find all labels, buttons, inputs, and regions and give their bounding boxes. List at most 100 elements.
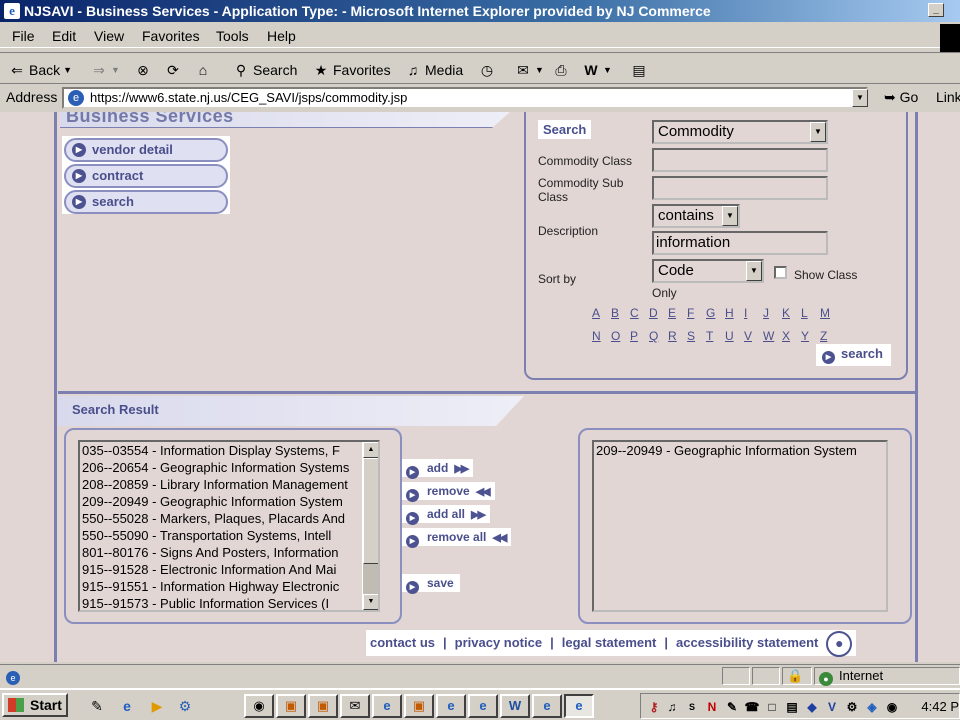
description-match-select[interactable]: contains ▼	[652, 204, 740, 228]
tray-icon[interactable]: ☎	[743, 698, 761, 716]
list-scrollbar[interactable]: ▲ ▼	[362, 442, 378, 610]
footer-accessibility-statement[interactable]: accessibility statement	[676, 635, 818, 650]
sort-by-select[interactable]: Code ▼	[652, 259, 764, 283]
taskbar-window-button[interactable]: ✉	[340, 694, 370, 718]
norton-icon[interactable]: N	[703, 698, 721, 716]
back-button[interactable]: ⇐ Back ▼	[8, 59, 72, 81]
alphabet-link[interactable]: N	[592, 329, 611, 343]
scroll-thumb[interactable]	[363, 458, 378, 564]
alphabet-link[interactable]: S	[687, 329, 706, 343]
list-item[interactable]: 915--91551 - Information Highway Electro…	[80, 578, 362, 595]
scroll-down-icon[interactable]: ▼	[363, 594, 378, 610]
alphabet-link[interactable]: V	[744, 329, 763, 343]
nav-search[interactable]: ▶ search	[64, 190, 228, 214]
print-button[interactable]: ⎙	[552, 59, 570, 81]
search-submit-button[interactable]: ▶ search	[816, 344, 891, 366]
list-item[interactable]: 035--03554 - Information Display Systems…	[80, 442, 362, 459]
mail-button[interactable]: ✉ ▼	[514, 59, 544, 81]
volume-icon[interactable]: ♫	[663, 698, 681, 716]
taskbar-ie-window-button[interactable]: e	[468, 694, 498, 718]
internet-explorer-icon[interactable]: e	[116, 695, 138, 717]
minimize-button[interactable]: _	[928, 3, 944, 17]
home-button[interactable]: ⌂	[194, 59, 212, 81]
edit-button[interactable]: W ▼	[582, 59, 612, 81]
key-icon[interactable]: ⚷	[645, 698, 663, 716]
list-item[interactable]: 801--80176 - Signs And Posters, Informat…	[80, 544, 362, 561]
menu-favorites[interactable]: Favorites	[142, 28, 200, 44]
search-button[interactable]: ⚲ Search	[232, 59, 298, 81]
tray-icon[interactable]: ◈	[863, 698, 881, 716]
alphabet-link[interactable]: Z	[820, 329, 839, 343]
alphabet-link[interactable]: X	[782, 329, 801, 343]
list-item[interactable]: 208--20859 - Library Information Managem…	[80, 476, 362, 493]
list-item[interactable]: 915--91528 - Electronic Information And …	[80, 561, 362, 578]
list-item[interactable]: 209--20949 - Geographic Information Syst…	[80, 493, 362, 510]
save-button[interactable]: ▶ save	[402, 574, 460, 594]
taskbar-window-button[interactable]: ▣	[276, 694, 306, 718]
monitor-icon[interactable]: □	[763, 698, 781, 716]
list-item[interactable]: 550--55028 - Markers, Plaques, Placards …	[80, 510, 362, 527]
discuss-button[interactable]: ▤	[630, 59, 648, 81]
tray-icon[interactable]: ✎	[723, 698, 741, 716]
selected-commodities-list[interactable]: 209--20949 - Geographic Information Syst…	[592, 440, 888, 612]
links-button[interactable]: Links	[936, 89, 960, 105]
address-dropdown-button[interactable]: ▼	[852, 89, 868, 107]
alphabet-link[interactable]: J	[763, 306, 782, 320]
alphabet-link[interactable]: G	[706, 306, 725, 320]
show-desktop-icon[interactable]: ✎	[86, 695, 108, 717]
alphabet-link[interactable]: M	[820, 306, 839, 320]
forward-button[interactable]: ⇒ ▼	[90, 59, 120, 81]
taskbar-window-button[interactable]: ▣	[308, 694, 338, 718]
taskbar-ie-window-button[interactable]: e	[436, 694, 466, 718]
menu-view[interactable]: View	[94, 28, 124, 44]
vpn-icon[interactable]: V	[823, 698, 841, 716]
menu-edit[interactable]: Edit	[52, 28, 76, 44]
alphabet-link[interactable]: Q	[649, 329, 668, 343]
go-button[interactable]: ➥ Go	[884, 89, 918, 106]
refresh-button[interactable]: ⟳	[164, 59, 182, 81]
favorites-button[interactable]: ★ Favorites	[312, 59, 391, 81]
taskbar-ie-window-button[interactable]: e	[532, 694, 562, 718]
footer-privacy-notice[interactable]: privacy notice	[455, 635, 542, 650]
stop-button[interactable]: ⊗	[134, 59, 152, 81]
list-item[interactable]: 915--91573 - Public Information Services…	[80, 595, 362, 610]
alphabet-link[interactable]: F	[687, 306, 706, 320]
list-item[interactable]: 550--55090 - Transportation Systems, Int…	[80, 527, 362, 544]
history-button[interactable]: ◷	[478, 59, 496, 81]
tray-icon[interactable]: ◉	[883, 698, 901, 716]
soft-tray-icon[interactable]: S	[683, 698, 701, 716]
menu-help[interactable]: Help	[267, 28, 296, 44]
alphabet-link[interactable]: T	[706, 329, 725, 343]
alphabet-link[interactable]: O	[611, 329, 630, 343]
address-input[interactable]: e https://www6.state.nj.us/CEG_SAVI/jsps…	[62, 87, 868, 109]
start-button[interactable]: Start	[2, 693, 68, 717]
remove-button[interactable]: ▶ remove ◀◀	[402, 482, 495, 502]
nav-contract[interactable]: ▶ contract	[64, 164, 228, 188]
alphabet-link[interactable]: R	[668, 329, 687, 343]
tray-icon[interactable]: ▤	[783, 698, 801, 716]
taskbar-window-button[interactable]: ◉	[244, 694, 274, 718]
alphabet-link[interactable]: U	[725, 329, 744, 343]
alphabet-link[interactable]: A	[592, 306, 611, 320]
alphabet-link[interactable]: L	[801, 306, 820, 320]
alphabet-link[interactable]: I	[744, 306, 763, 320]
remove-all-button[interactable]: ▶ remove all ◀◀	[402, 528, 512, 548]
alphabet-link[interactable]: E	[668, 306, 687, 320]
alphabet-link[interactable]: W	[763, 329, 782, 343]
show-class-checkbox[interactable]	[774, 266, 787, 279]
alphabet-link[interactable]: K	[782, 306, 801, 320]
taskbar-active-window-button[interactable]: e	[564, 694, 594, 718]
alphabet-link[interactable]: C	[630, 306, 649, 320]
list-item[interactable]: 209--20949 - Geographic Information Syst…	[594, 442, 886, 459]
add-button[interactable]: ▶ add ▶▶	[402, 459, 474, 479]
quick-launch-icon[interactable]: ⚙	[174, 695, 196, 717]
add-all-button[interactable]: ▶ add all ▶▶	[402, 505, 490, 525]
commodity-sub-class-input[interactable]	[652, 176, 828, 200]
taskbar-window-button[interactable]: ▣	[404, 694, 434, 718]
alphabet-link[interactable]: P	[630, 329, 649, 343]
shield-icon[interactable]: ◆	[803, 698, 821, 716]
nav-vendor-detail[interactable]: ▶ vendor detail	[64, 138, 228, 162]
media-button[interactable]: ♫ Media	[404, 59, 463, 81]
taskbar-ie-window-button[interactable]: e	[372, 694, 402, 718]
footer-legal-statement[interactable]: legal statement	[562, 635, 657, 650]
